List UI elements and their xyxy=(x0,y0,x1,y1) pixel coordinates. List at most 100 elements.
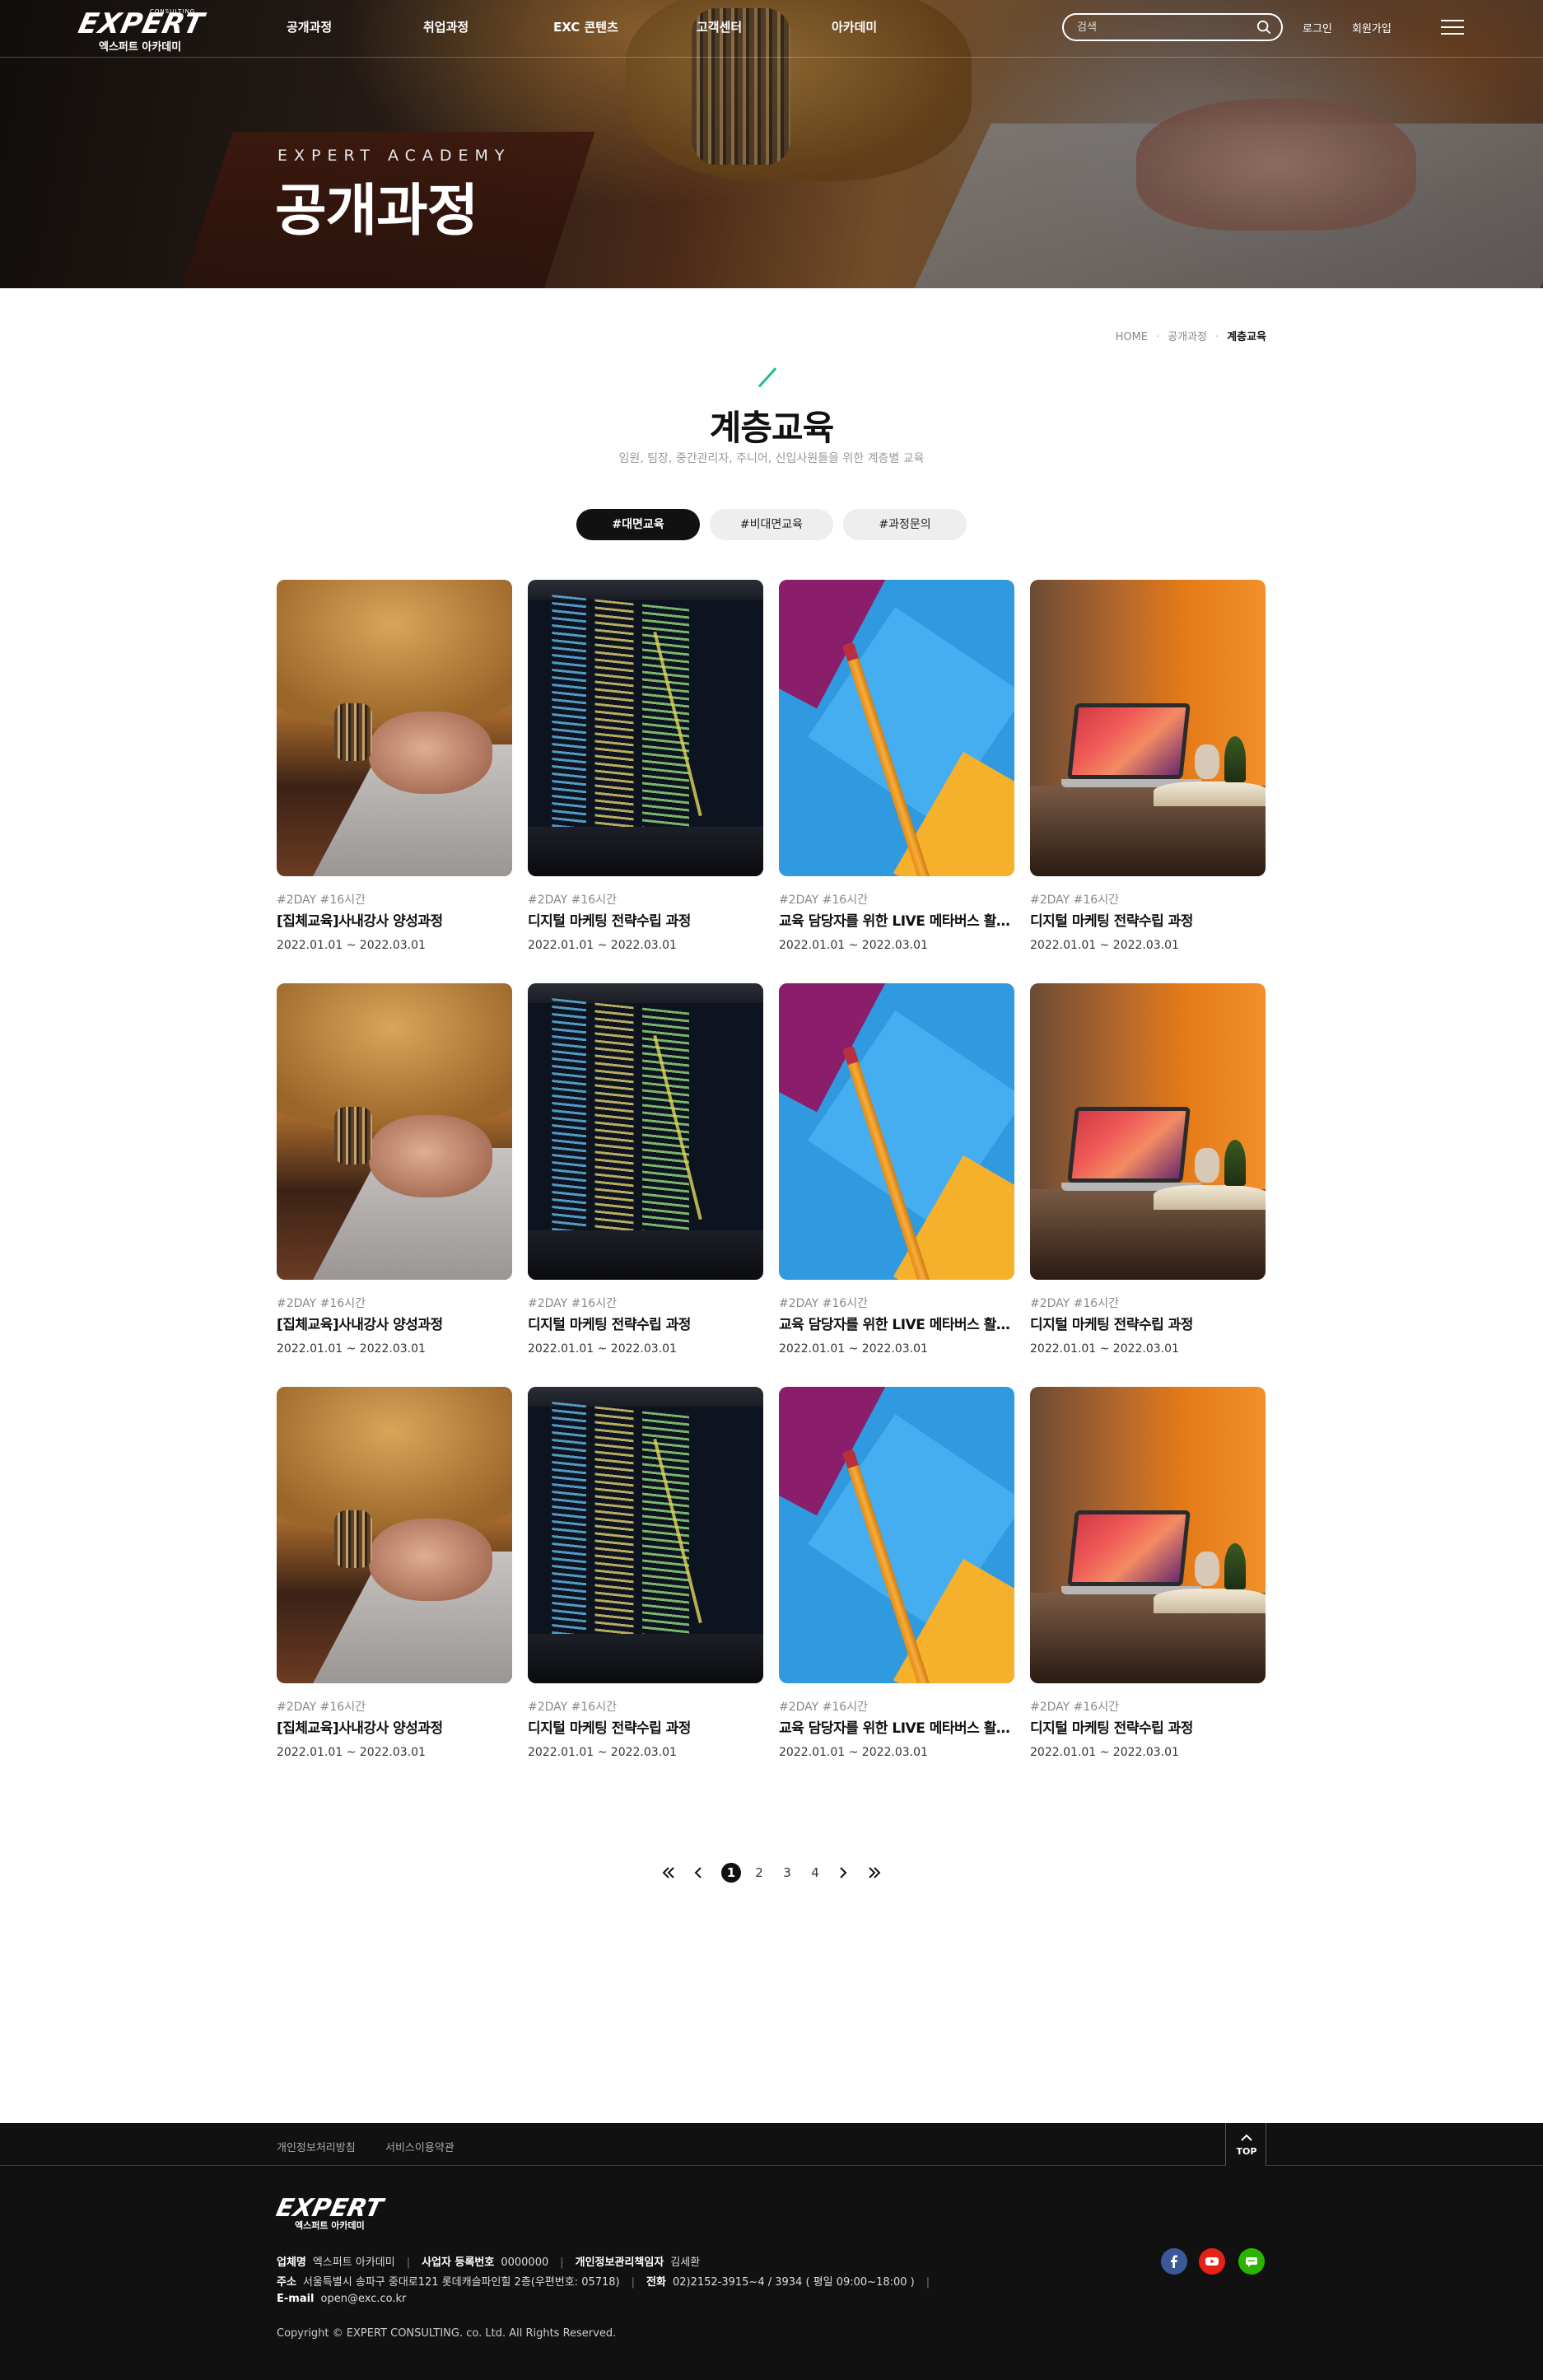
facebook-icon[interactable] xyxy=(1161,2248,1187,2275)
breadcrumb-current: 계층교육 xyxy=(1227,331,1266,343)
nav-item-academy[interactable]: 아카데미 xyxy=(832,18,877,35)
nav-item-customer-center[interactable]: 고객센터 xyxy=(697,18,742,35)
course-title[interactable]: 디지털 마케팅 전략수립 과정 xyxy=(528,909,763,930)
course-title[interactable]: [집체교육]사내강사 양성과정 xyxy=(277,909,512,930)
course-card[interactable]: #2DAY #16시간 [집체교육]사내강사 양성과정 2022.01.01 ~ 2… xyxy=(277,580,512,959)
site-footer: EXPERT 엑스퍼트 아카데미 업체명 엑스퍼트 아카데미 | 사업자 등록번호 00… xyxy=(0,2166,1543,2380)
course-meta: #2DAY #16시간 xyxy=(528,894,617,907)
course-title[interactable]: 교육 담당자를 위한 LIVE 메타버스 활용법 xyxy=(779,909,1014,930)
nav-item-exc-contents[interactable]: EXC 콘텐츠 xyxy=(553,18,618,35)
kakaotalk-icon[interactable] xyxy=(1238,2248,1265,2275)
address: 서울특별시 송파구 중대로121 롯데캐슬파인힐 2층(우편번호: 05718) xyxy=(302,2276,620,2289)
footer-logo-subtitle: 엑스퍼트 아카데미 xyxy=(295,2220,365,2231)
course-meta: #2DAY #16시간 xyxy=(528,1297,617,1310)
course-thumbnail[interactable] xyxy=(277,1387,512,1683)
search-icon[interactable] xyxy=(1256,20,1271,35)
nav-item-open-course[interactable]: 공개과정 xyxy=(287,18,332,35)
course-thumbnail[interactable] xyxy=(1030,580,1266,876)
course-title[interactable]: 교육 담당자를 위한 LIVE 메타버스 활용법 xyxy=(779,1716,1014,1737)
scroll-top-button[interactable]: TOP xyxy=(1225,2123,1266,2166)
course-title[interactable]: 교육 담당자를 위한 LIVE 메타버스 활용법 xyxy=(779,1313,1014,1333)
nav-item-employment-course[interactable]: 취업과정 xyxy=(423,18,468,35)
privacy-policy-link[interactable]: 개인정보처리방침 xyxy=(277,2139,356,2154)
copyright: Copyright © EXPERT CONSULTING. co. Ltd. … xyxy=(277,2327,617,2340)
signup-link[interactable]: 회원가입 xyxy=(1352,20,1391,35)
hamburger-menu-icon[interactable] xyxy=(1441,20,1464,36)
first-page-icon[interactable] xyxy=(659,1863,678,1883)
course-date: 2022.01.01 ~ 2022.03.01 xyxy=(528,939,677,952)
breadcrumb-category[interactable]: 공개과정 xyxy=(1168,328,1207,343)
email[interactable]: open@exc.co.kr xyxy=(321,2293,407,2305)
page-number[interactable]: 2 xyxy=(749,1863,769,1883)
course-meta: #2DAY #16시간 xyxy=(1030,894,1119,907)
course-thumbnail[interactable] xyxy=(277,580,512,876)
course-card[interactable]: #2DAY #16시간디지털 마케팅 전략수립 과정 2022.01.01 ~ 2… xyxy=(528,983,763,1362)
course-thumbnail[interactable] xyxy=(528,983,763,1280)
course-card[interactable]: #2DAY #16시간 교육 담당자를 위한 LIVE 메타버스 활용법 2022.… xyxy=(779,1387,1014,1766)
course-card[interactable]: #2DAY #16시간 [집체교육]사내강사 양성과정 2022.01.01 ~ 2… xyxy=(277,983,512,1362)
page-number[interactable]: 4 xyxy=(805,1863,825,1883)
course-thumbnail[interactable] xyxy=(1030,983,1266,1280)
course-date: 2022.01.01 ~ 2022.03.01 xyxy=(1030,1746,1179,1759)
search-box xyxy=(1062,13,1283,41)
terms-of-service-link[interactable]: 서비스이용약관 xyxy=(385,2139,455,2154)
phone-label: 전화 xyxy=(646,2276,666,2289)
company-info-row: 업체명 엑스퍼트 아카데미 | 사업자 등록번호 0000000 | 개인정보관리책임자 김세… xyxy=(277,2256,701,2269)
scroll-top-label: TOP xyxy=(1236,2146,1257,2157)
page-number-current[interactable]: 1 xyxy=(721,1863,741,1883)
course-card[interactable]: #2DAY #16시간 [집체교육]사내강사 양성과정 2022.01.01 ~ 2… xyxy=(277,1387,512,1766)
next-page-icon[interactable] xyxy=(833,1863,853,1883)
title-accent-mark xyxy=(758,367,777,388)
course-meta: #2DAY #16시간 xyxy=(779,894,868,907)
course-date: 2022.01.01 ~ 2022.03.01 xyxy=(779,939,928,952)
hero-title: 공개과정 xyxy=(275,179,478,244)
last-page-icon[interactable] xyxy=(865,1863,884,1883)
company-label: 업체명 xyxy=(277,2256,306,2269)
youtube-icon[interactable] xyxy=(1199,2248,1225,2275)
course-date: 2022.01.01 ~ 2022.03.01 xyxy=(528,1342,677,1356)
page-number[interactable]: 3 xyxy=(777,1863,797,1883)
email-label: E-mail xyxy=(277,2293,315,2305)
course-title[interactable]: [집체교육]사내강사 양성과정 xyxy=(277,1313,512,1333)
course-date: 2022.01.01 ~ 2022.03.01 xyxy=(277,1342,426,1356)
pagination: 1 2 3 4 xyxy=(659,1863,889,1884)
course-meta: #2DAY #16시간 xyxy=(1030,1297,1119,1310)
privacy-officer: 김세환 xyxy=(670,2256,701,2269)
course-thumbnail[interactable] xyxy=(1030,1387,1266,1683)
course-card[interactable]: #2DAY #16시간 디지털 마케팅 전략수립 과정 2022.01.01 ~ 2… xyxy=(1030,580,1266,959)
footer-links-bar: 개인정보처리방침 서비스이용약관 xyxy=(0,2123,1543,2166)
prev-page-icon[interactable] xyxy=(688,1863,708,1883)
search-input[interactable] xyxy=(1077,20,1242,35)
tab-online-education[interactable]: #비대면교육 xyxy=(710,509,833,540)
course-title[interactable]: [집체교육]사내강사 양성과정 xyxy=(277,1716,512,1737)
course-title[interactable]: 디지털 마케팅 전략수립 과정 xyxy=(1030,909,1266,930)
tab-offline-education[interactable]: #대면교육 xyxy=(576,509,700,540)
course-date: 2022.01.01 ~ 2022.03.01 xyxy=(277,1746,426,1759)
course-thumbnail[interactable] xyxy=(528,580,763,876)
phone: 02)2152-3915~4 / 3934 ( 평일 09:00~18:00 ) xyxy=(672,2276,915,2289)
course-title[interactable]: 디지털 마케팅 전략수립 과정 xyxy=(528,1716,763,1737)
course-thumbnail[interactable] xyxy=(779,1387,1014,1683)
course-title[interactable]: 디지털 마케팅 전략수립 과정 xyxy=(528,1313,763,1333)
biz-number: 0000000 xyxy=(501,2256,549,2269)
tab-course-inquiry[interactable]: #과정문의 xyxy=(843,509,967,540)
course-card[interactable]: #2DAY #16시간디지털 마케팅 전략수립 과정 2022.01.01 ~ 2… xyxy=(528,580,763,959)
course-thumbnail[interactable] xyxy=(277,983,512,1280)
login-link[interactable]: 로그인 xyxy=(1303,20,1332,35)
course-title[interactable]: 디지털 마케팅 전략수립 과정 xyxy=(1030,1716,1266,1737)
page-subtitle: 임원, 팀장, 중간관리자, 주니어, 신입사원들을 위한 계층별 교육 xyxy=(618,452,925,465)
hero-laptop-shape xyxy=(902,124,1543,288)
course-card[interactable]: #2DAY #16시간 디지털 마케팅 전략수립 과정 2022.01.01 ~ 2… xyxy=(528,1387,763,1766)
footer-logo: EXPERT 엑스퍼트 아카데미 xyxy=(273,2194,385,2235)
course-card[interactable]: #2DAY #16시간 교육 담당자를 위한 LIVE 메타버스 활용법 2022.… xyxy=(779,983,1014,1362)
course-card[interactable]: #2DAY #16시간교육 담당자를 위한 LIVE 메타버스 활용법 2022.… xyxy=(779,580,1014,959)
breadcrumb-home[interactable]: HOME xyxy=(1116,331,1148,343)
hero-eyebrow: EXPERT ACADEMY xyxy=(277,147,511,165)
course-thumbnail[interactable] xyxy=(528,1387,763,1683)
course-thumbnail[interactable] xyxy=(779,580,1014,876)
site-logo[interactable]: CONSULTING EXPERT 엑스퍼트 아카데미 xyxy=(76,7,207,54)
course-thumbnail[interactable] xyxy=(779,983,1014,1280)
course-card[interactable]: #2DAY #16시간 디지털 마케팅 전략수립 과정 2022.01.01 ~ 2… xyxy=(1030,1387,1266,1766)
course-title[interactable]: 디지털 마케팅 전략수립 과정 xyxy=(1030,1313,1266,1333)
course-card[interactable]: #2DAY #16시간 디지털 마케팅 전략수립 과정 2022.01.01 ~ 2… xyxy=(1030,983,1266,1362)
